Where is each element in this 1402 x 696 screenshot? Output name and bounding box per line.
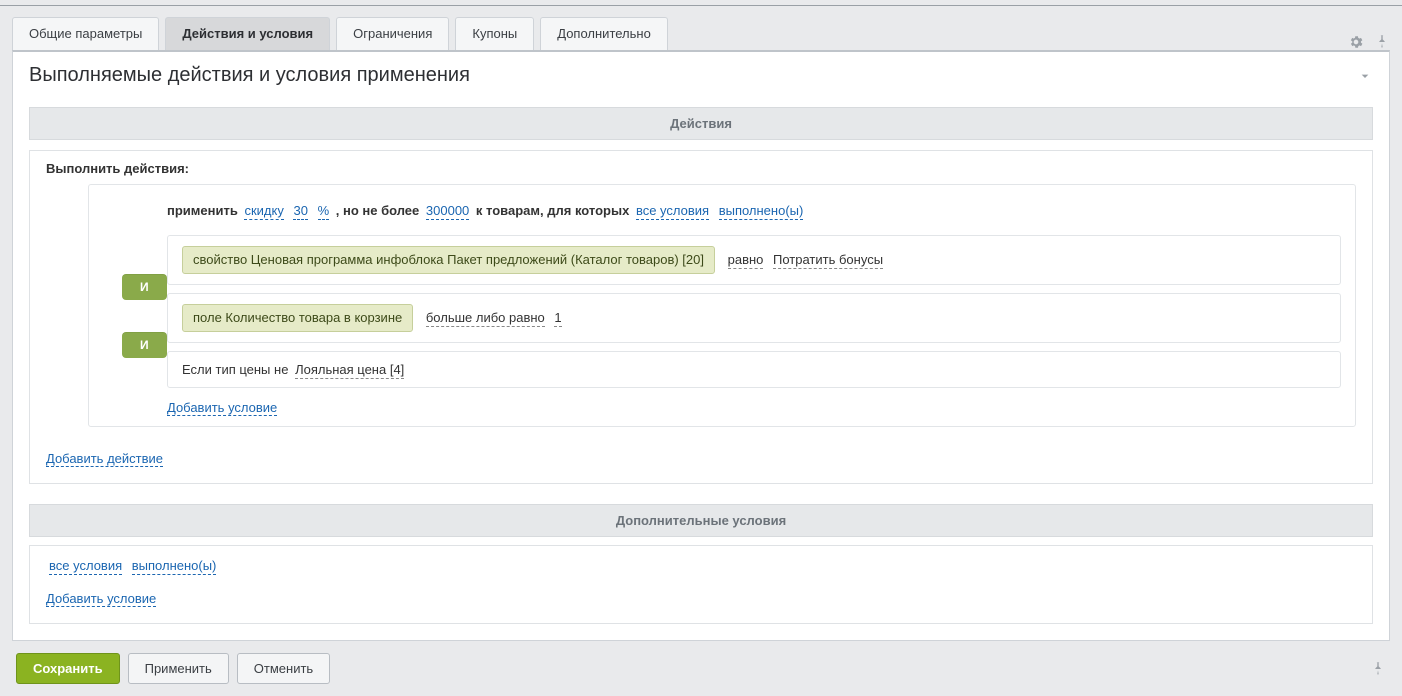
pin-icon[interactable] [1374, 34, 1390, 50]
page-title: Выполняемые действия и условия применени… [29, 64, 470, 87]
tab-restrictions[interactable]: Ограничения [336, 17, 449, 50]
perform-actions-label: Выполнить действия: [46, 161, 1356, 176]
card-header: Выполняемые действия и условия применени… [13, 52, 1389, 99]
max-value-input[interactable]: 300000 [426, 203, 469, 220]
footer-toolbar: Сохранить Применить Отменить [0, 641, 1402, 696]
condition1-field-chip[interactable]: свойство Ценовая программа инфоблока Пак… [182, 246, 715, 274]
apply-button[interactable]: Применить [128, 653, 229, 684]
condition2-field-chip[interactable]: поле Количество товара в корзине [182, 304, 413, 332]
section-actions-title: Действия [29, 107, 1373, 140]
add-condition-link[interactable]: Добавить условие [167, 400, 277, 416]
pin-footer-icon[interactable] [1370, 661, 1386, 677]
extra-all-conditions-select[interactable]: все условия [49, 558, 122, 575]
chevron-down-icon[interactable] [1357, 68, 1373, 84]
add-action-link[interactable]: Добавить действие [46, 451, 163, 467]
tabs-row: Общие параметры Действия и условия Огран… [0, 14, 1402, 50]
cancel-button[interactable]: Отменить [237, 653, 330, 684]
section-additional-title: Дополнительные условия [29, 504, 1373, 537]
discount-unit-select[interactable]: % [318, 203, 330, 220]
tab-coupons[interactable]: Купоны [455, 17, 534, 50]
tab-general[interactable]: Общие параметры [12, 17, 159, 50]
condition-row-2: поле Количество товара в корзине больше … [167, 293, 1341, 343]
and-connector-2[interactable]: И [122, 332, 167, 358]
actions-panel: Выполнить действия: применить скидку 30 … [29, 150, 1373, 484]
max-prefix-text: , но не более [336, 203, 420, 218]
extra-add-condition-link[interactable]: Добавить условие [46, 591, 156, 607]
discount-value-input[interactable]: 30 [293, 203, 307, 220]
fulfilled-select[interactable]: выполнено(ы) [719, 203, 804, 220]
main-card: Выполняемые действия и условия применени… [12, 50, 1390, 641]
tab-additional[interactable]: Дополнительно [540, 17, 668, 50]
condition3-value[interactable]: Лояльная цена [4] [295, 362, 404, 379]
gear-icon[interactable] [1348, 34, 1364, 50]
action-block: применить скидку 30 % , но не более 3000… [88, 184, 1356, 427]
condition2-operator[interactable]: больше либо равно [426, 310, 545, 327]
condition1-value[interactable]: Потратить бонусы [773, 252, 883, 269]
tab-actions-conditions[interactable]: Действия и условия [165, 17, 330, 50]
condition-row-1: свойство Ценовая программа инфоблока Пак… [167, 235, 1341, 285]
condition2-value[interactable]: 1 [554, 310, 561, 327]
discount-rule-line: применить скидку 30 % , но не более 3000… [167, 195, 1341, 227]
save-button[interactable]: Сохранить [16, 653, 120, 684]
and-connector-1[interactable]: И [122, 274, 167, 300]
apply-text: применить [167, 203, 238, 218]
condition-row-3: Если тип цены не Лояльная цена [4] [167, 351, 1341, 388]
condition3-text: Если тип цены не [182, 362, 288, 377]
additional-conditions-panel: все условия выполнено(ы) Добавить услови… [29, 545, 1373, 624]
all-conditions-select[interactable]: все условия [636, 203, 709, 220]
extra-fulfilled-select[interactable]: выполнено(ы) [132, 558, 217, 575]
to-goods-text: к товарам, для которых [476, 203, 629, 218]
condition1-operator[interactable]: равно [728, 252, 764, 269]
discount-word-select[interactable]: скидку [244, 203, 283, 220]
top-divider [0, 5, 1402, 6]
